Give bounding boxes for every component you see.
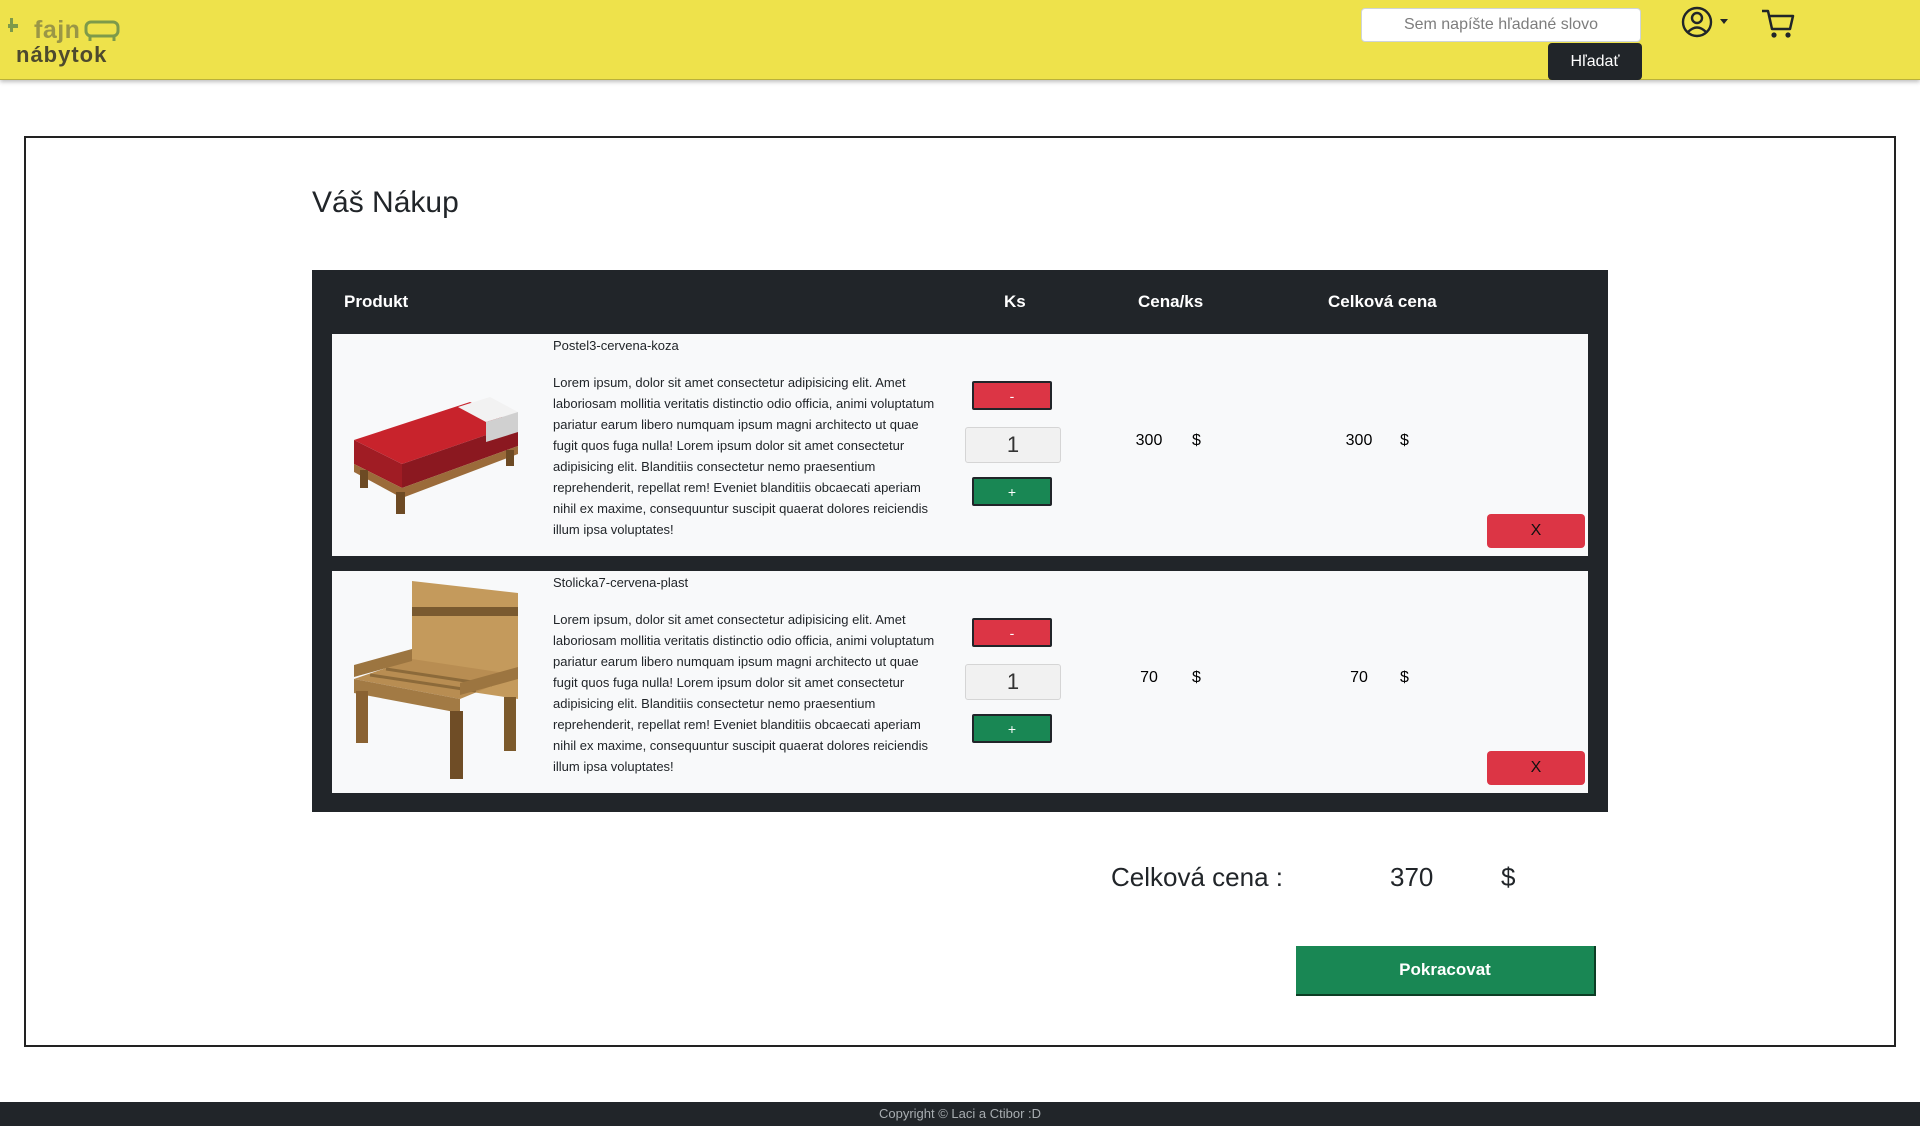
remove-item-button[interactable]: X xyxy=(1487,751,1585,785)
remove-item-button[interactable]: X xyxy=(1487,514,1585,548)
brand-line1: fajn xyxy=(34,16,81,44)
grand-total-currency: $ xyxy=(1501,862,1516,892)
line-total-price: 70 xyxy=(1350,669,1368,686)
search-input[interactable] xyxy=(1361,8,1641,42)
footer: Copyright © Laci a Ctibor :D xyxy=(0,1102,1920,1126)
line-total-currency: $ xyxy=(1400,669,1409,686)
line-total-currency: $ xyxy=(1400,432,1409,449)
shopping-cart-icon[interactable] xyxy=(1760,8,1796,40)
grand-total-label: Celková cena : xyxy=(1111,862,1283,892)
decrease-qty-button[interactable]: - xyxy=(972,618,1052,647)
continue-button[interactable]: Pokracovat xyxy=(1296,946,1596,996)
unit-price: 300 xyxy=(1135,432,1163,449)
cart-item-row: Stolicka7-cervena-plast Lorem ipsum, dol… xyxy=(332,571,1588,793)
cart-table: Produkt Ks Cena/ks Celková cena Postel3-… xyxy=(312,270,1608,812)
increase-qty-button[interactable]: + xyxy=(972,477,1052,506)
grand-total-value: 370 xyxy=(1390,862,1434,892)
brand-line2: nábytok xyxy=(16,42,108,67)
decrease-qty-button[interactable]: - xyxy=(972,381,1052,410)
user-menu-toggle[interactable] xyxy=(1680,6,1736,40)
product-description: Lorem ipsum, dolor sit amet consectetur … xyxy=(553,612,935,774)
cart-item-row: Postel3-cervena-koza Lorem ipsum, dolor … xyxy=(332,334,1588,556)
quantity-input[interactable] xyxy=(965,664,1061,700)
product-name[interactable]: Postel3-cervena-koza xyxy=(553,338,679,353)
bed-product-image xyxy=(354,397,518,514)
header-qty: Ks xyxy=(1004,292,1026,311)
line-total-price: 300 xyxy=(1345,432,1373,449)
header-product: Produkt xyxy=(344,292,409,311)
header-unit-price: Cena/ks xyxy=(1138,292,1204,311)
chair-product-image xyxy=(354,581,518,779)
product-name[interactable]: Stolicka7-cervena-plast xyxy=(553,575,688,590)
navbar: fajn nábytok Hľadať xyxy=(0,0,1920,80)
user-circle-icon xyxy=(1681,6,1728,38)
page-title: Váš Nákup xyxy=(312,186,459,219)
copyright-text: Copyright © Laci a Ctibor :D xyxy=(878,1106,1042,1121)
search-button[interactable]: Hľadať xyxy=(1548,43,1642,80)
unit-price-currency: $ xyxy=(1192,669,1201,686)
increase-qty-button[interactable]: + xyxy=(972,714,1052,743)
product-description: Lorem ipsum, dolor sit amet consectetur … xyxy=(553,375,935,537)
caret-down-icon xyxy=(1720,19,1728,24)
brand-logo[interactable]: fajn nábytok xyxy=(6,12,126,68)
quantity-input[interactable] xyxy=(965,427,1061,463)
unit-price-currency: $ xyxy=(1192,432,1201,449)
unit-price: 70 xyxy=(1140,669,1158,686)
header-total-price: Celková cena xyxy=(1328,292,1437,311)
